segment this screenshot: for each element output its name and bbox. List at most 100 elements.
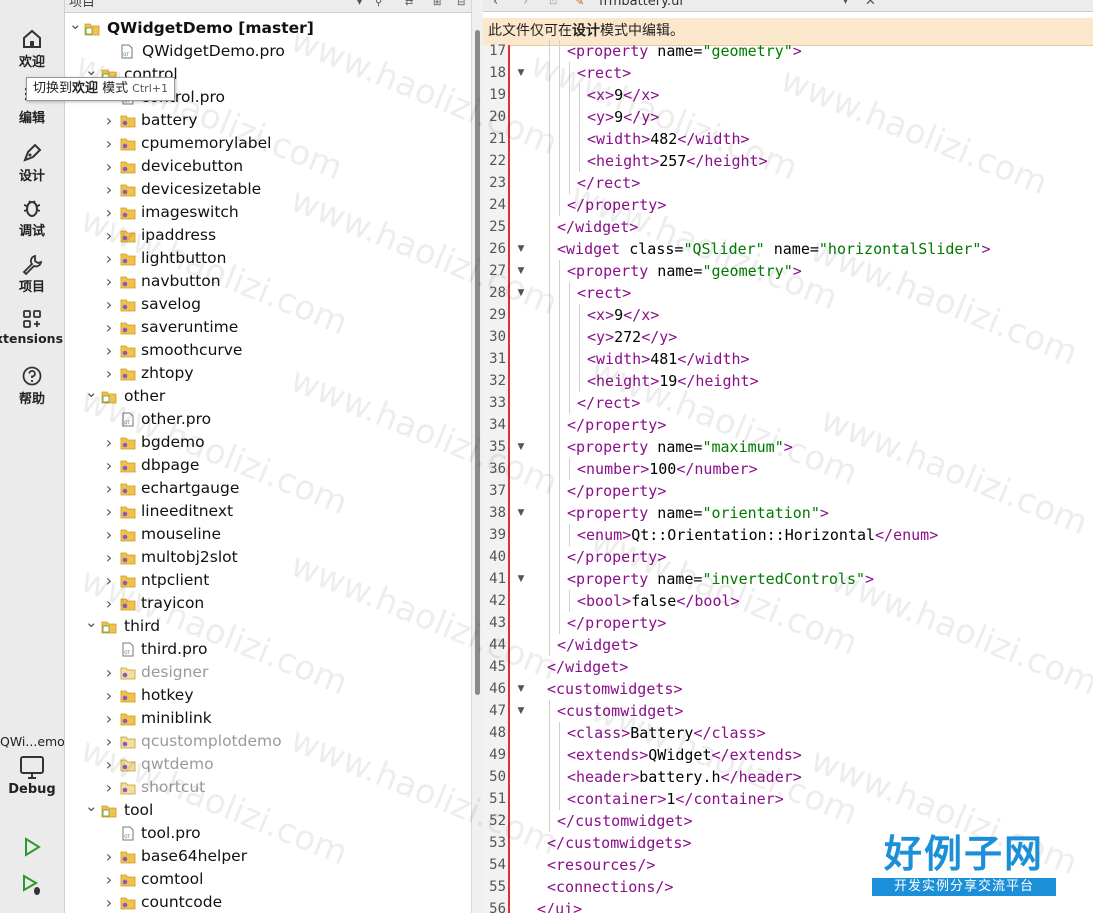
tree-item[interactable]: › trayicon (65, 592, 465, 615)
tree-item[interactable]: › multobj2slot (65, 546, 465, 569)
collapse-arrow-icon[interactable]: › (103, 224, 115, 247)
kit-selector[interactable]: QWi...emo Debug (0, 733, 65, 797)
tree-item[interactable]: › devicesizetable (65, 178, 465, 201)
collapse-arrow-icon[interactable]: › (103, 132, 115, 155)
fold-marker-icon[interactable]: ▼ (516, 238, 526, 260)
fold-marker-icon[interactable]: ▼ (516, 260, 526, 282)
tree-item[interactable]: ⌄ other (65, 385, 465, 408)
tree-item[interactable]: › zhtopy (65, 362, 465, 385)
collapse-arrow-icon[interactable]: › (103, 569, 115, 592)
tree-item[interactable]: › lightbutton (65, 247, 465, 270)
fold-marker-icon[interactable]: ▼ (516, 502, 526, 524)
tree-item[interactable]: › qwtdemo (65, 753, 465, 776)
tree-item[interactable]: › shortcut (65, 776, 465, 799)
mode-debug[interactable]: 调试 (0, 197, 64, 239)
add-split-icon[interactable]: ⊞ (433, 0, 441, 10)
collapse-arrow-icon[interactable]: › (103, 868, 115, 891)
expand-arrow-icon[interactable]: ⌄ (69, 17, 82, 32)
tree-item[interactable]: › qcustomplotdemo (65, 730, 465, 753)
collapse-arrow-icon[interactable]: › (103, 454, 115, 477)
collapse-arrow-icon[interactable]: › (103, 270, 115, 293)
expand-arrow-icon[interactable]: ⌄ (85, 615, 98, 630)
collapse-arrow-icon[interactable]: › (103, 247, 115, 270)
tree-item[interactable]: › imageswitch (65, 201, 465, 224)
tree-item[interactable]: › designer (65, 661, 465, 684)
collapse-arrow-icon[interactable]: › (103, 523, 115, 546)
forward-icon[interactable]: › (523, 0, 528, 10)
tree-item[interactable]: › bgdemo (65, 431, 465, 454)
collapse-arrow-icon[interactable]: › (103, 753, 115, 776)
collapse-arrow-icon[interactable]: › (103, 155, 115, 178)
collapse-arrow-icon[interactable]: › (103, 661, 115, 684)
collapse-arrow-icon[interactable]: › (103, 500, 115, 523)
tree-item[interactable]: › base64helper (65, 845, 465, 868)
document-dropdown-icon[interactable]: ▾ (843, 0, 848, 10)
tree-item[interactable]: › navbutton (65, 270, 465, 293)
scrollbar-thumb[interactable] (475, 30, 480, 695)
mode-design[interactable]: 设计 (0, 142, 64, 184)
close-document-icon[interactable]: ✕ (865, 0, 876, 10)
collapse-arrow-icon[interactable]: › (103, 707, 115, 730)
tree-item[interactable]: › battery (65, 109, 465, 132)
debug-run-button[interactable] (0, 874, 64, 896)
back-icon[interactable]: ‹ (493, 0, 498, 10)
tree-item[interactable]: › hotkey (65, 684, 465, 707)
tree-item[interactable]: QT tool.pro (65, 822, 465, 845)
filter-icon[interactable]: ⚲ (375, 0, 382, 10)
mode-projects[interactable]: 项目 (0, 253, 64, 295)
collapse-arrow-icon[interactable]: › (103, 891, 115, 913)
close-split-icon[interactable]: ⊟ (457, 0, 465, 10)
fold-marker-icon[interactable]: ▼ (516, 436, 526, 458)
tree-item[interactable]: › savelog (65, 293, 465, 316)
collapse-arrow-icon[interactable]: › (103, 339, 115, 362)
collapse-arrow-icon[interactable]: › (103, 316, 115, 339)
tree-item[interactable]: › smoothcurve (65, 339, 465, 362)
tree-item[interactable]: › lineeditnext (65, 500, 465, 523)
fold-marker-icon[interactable]: ▼ (516, 62, 526, 84)
collapse-arrow-icon[interactable]: › (103, 201, 115, 224)
fold-marker-icon[interactable]: ▼ (516, 700, 526, 722)
mode-welcome[interactable]: 欢迎 (0, 28, 64, 70)
expand-arrow-icon[interactable]: ⌄ (85, 63, 98, 78)
fold-marker-icon[interactable]: ▼ (516, 568, 526, 590)
tree-item[interactable]: QT QWidgetDemo.pro (65, 40, 465, 63)
mode-extensions[interactable]: xtensions (0, 308, 64, 346)
link-icon[interactable]: ⇄ (405, 0, 413, 10)
collapse-arrow-icon[interactable]: › (103, 730, 115, 753)
collapse-arrow-icon[interactable]: › (103, 592, 115, 615)
collapse-arrow-icon[interactable]: › (103, 293, 115, 316)
tree-item[interactable]: › comtool (65, 868, 465, 891)
expand-arrow-icon[interactable]: ⌄ (85, 385, 98, 400)
collapse-arrow-icon[interactable]: › (103, 684, 115, 707)
panel-dropdown-icon[interactable]: ▾ (357, 0, 362, 10)
collapse-arrow-icon[interactable]: › (103, 431, 115, 454)
tree-item[interactable]: QT other.pro (65, 408, 465, 431)
collapse-arrow-icon[interactable]: › (103, 477, 115, 500)
run-button[interactable] (0, 836, 64, 858)
tree-item[interactable]: ⌄ third (65, 615, 465, 638)
tree-item[interactable]: › cpumemorylabel (65, 132, 465, 155)
collapse-arrow-icon[interactable]: › (103, 362, 115, 385)
tree-item[interactable]: › countcode (65, 891, 465, 913)
tree-item[interactable]: › ntpclient (65, 569, 465, 592)
collapse-arrow-icon[interactable]: › (103, 178, 115, 201)
tree-item[interactable]: › miniblink (65, 707, 465, 730)
mode-help[interactable]: 帮助 (0, 365, 64, 407)
tree-item[interactable]: › dbpage (65, 454, 465, 477)
collapse-arrow-icon[interactable]: › (103, 546, 115, 569)
project-scrollbar[interactable] (471, 0, 483, 913)
document-tab-title[interactable]: frmbattery.ui (599, 0, 683, 10)
collapse-arrow-icon[interactable]: › (103, 845, 115, 868)
collapse-arrow-icon[interactable]: › (103, 776, 115, 799)
tree-item[interactable]: › mouseline (65, 523, 465, 546)
fold-marker-icon[interactable]: ▼ (516, 282, 526, 304)
tree-item[interactable]: › devicebutton (65, 155, 465, 178)
tree-item[interactable]: ⌄ QWidgetDemo [master] (65, 17, 465, 40)
tree-item[interactable]: › saveruntime (65, 316, 465, 339)
fold-marker-icon[interactable]: ▼ (516, 678, 526, 700)
collapse-arrow-icon[interactable]: › (103, 109, 115, 132)
tree-item[interactable]: QT third.pro (65, 638, 465, 661)
expand-arrow-icon[interactable]: ⌄ (85, 799, 98, 814)
tree-item[interactable]: ⌄ tool (65, 799, 465, 822)
tree-item[interactable]: › echartgauge (65, 477, 465, 500)
